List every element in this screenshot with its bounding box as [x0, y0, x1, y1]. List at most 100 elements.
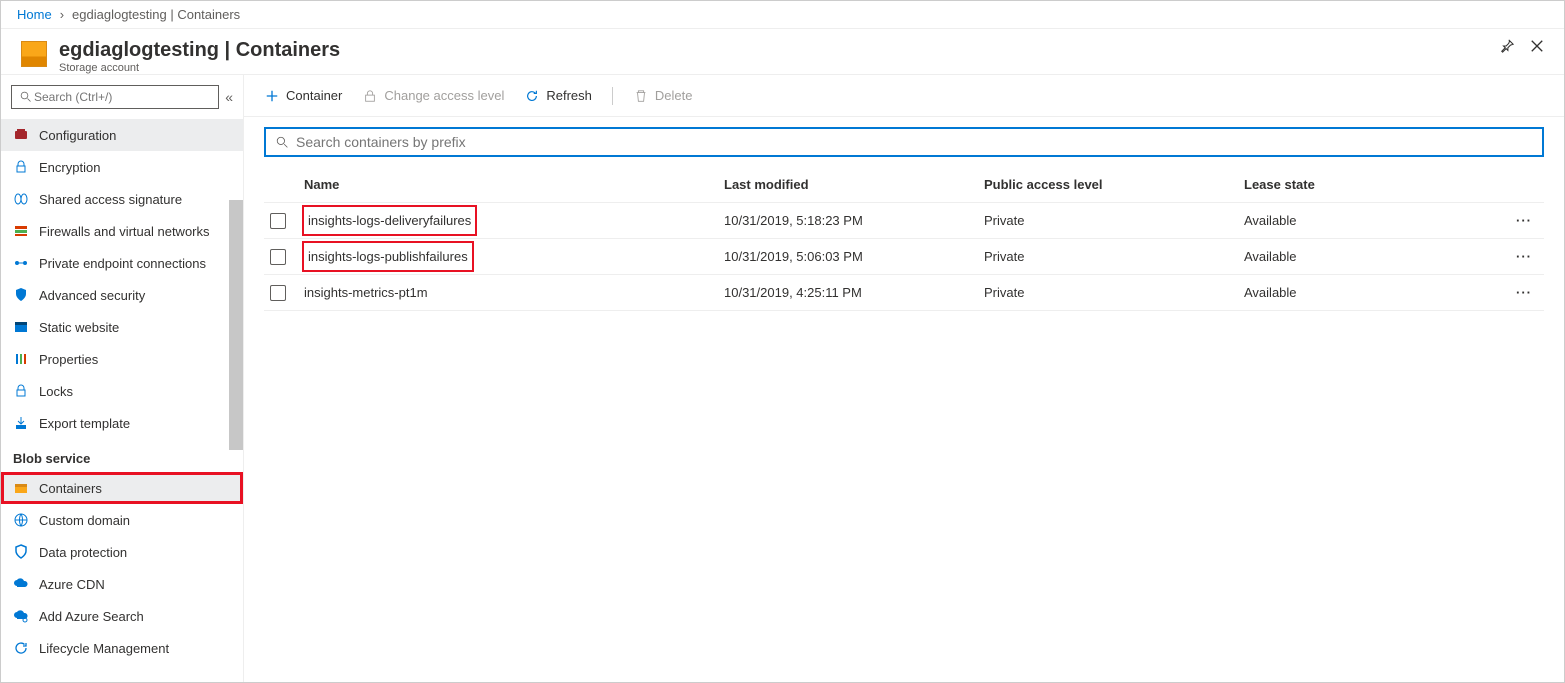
sidebar-item-containers[interactable]: Containers [1, 472, 243, 504]
filter-containers[interactable] [264, 127, 1544, 157]
add-container-label: Container [286, 88, 342, 103]
toolbar: Container Change access level Refresh De [244, 75, 1564, 117]
security-icon [13, 287, 29, 303]
container-modified: 10/31/2019, 5:18:23 PM [724, 213, 984, 228]
sidebar-item-export-template[interactable]: Export template [1, 407, 243, 439]
search-icon [18, 89, 34, 105]
col-modified[interactable]: Last modified [724, 177, 984, 192]
export-icon [13, 415, 29, 431]
sidebar-item-label: Advanced security [39, 288, 145, 303]
breadcrumb: Home › egdiaglogtesting | Containers [1, 1, 1564, 29]
sidebar-item-advanced-security[interactable]: Advanced security [1, 279, 243, 311]
sidebar-item-label: Properties [39, 352, 98, 367]
sidebar-item-label: Export template [39, 416, 130, 431]
sidebar-item-lifecycle-management[interactable]: Lifecycle Management [1, 632, 243, 664]
sidebar-item-static-website[interactable]: Static website [1, 311, 243, 343]
page-header: egdiaglogtesting | Containers Storage ac… [1, 29, 1564, 75]
row-checkbox[interactable] [270, 213, 286, 229]
sidebar-item-label: Encryption [39, 160, 100, 175]
trash-icon [633, 88, 649, 104]
change-access-label: Change access level [384, 88, 504, 103]
sidebar-item-label: Data protection [39, 545, 127, 560]
page-subtitle: Storage account [59, 62, 340, 74]
container-lease: Available [1244, 213, 1504, 228]
sidebar-search-input[interactable] [34, 90, 212, 104]
sidebar-item-shared-access-signature[interactable]: Shared access signature [1, 183, 243, 215]
refresh-icon [524, 88, 540, 104]
sidebar-item-locks[interactable]: Locks [1, 375, 243, 407]
encryption-icon [13, 159, 29, 175]
sidebar-item-label: Firewalls and virtual networks [39, 224, 210, 239]
table-row[interactable]: insights-logs-deliveryfailures10/31/2019… [264, 203, 1544, 239]
sidebar-item-encryption[interactable]: Encryption [1, 151, 243, 183]
sidebar-item-label: Lifecycle Management [39, 641, 169, 656]
sidebar-item-configuration[interactable]: Configuration [1, 119, 243, 151]
container-name[interactable]: insights-logs-deliveryfailures [304, 207, 724, 234]
configuration-icon [13, 127, 29, 143]
search-icon [274, 134, 290, 150]
sidebar-item-data-protection[interactable]: Data protection [1, 536, 243, 568]
table-row[interactable]: insights-logs-publishfailures10/31/2019,… [264, 239, 1544, 275]
plus-icon [264, 88, 280, 104]
change-access-button: Change access level [362, 88, 504, 104]
container-access: Private [984, 249, 1244, 264]
storage-account-icon [21, 41, 47, 67]
row-checkbox[interactable] [270, 285, 286, 301]
sidebar-item-properties[interactable]: Properties [1, 343, 243, 375]
search-icon [13, 608, 29, 624]
breadcrumb-home[interactable]: Home [17, 7, 52, 22]
col-lease[interactable]: Lease state [1244, 177, 1504, 192]
sidebar-search[interactable] [11, 85, 219, 109]
col-name[interactable]: Name [304, 177, 724, 192]
sidebar-item-label: Configuration [39, 128, 116, 143]
sidebar-item-label: Shared access signature [39, 192, 182, 207]
sidebar-item-custom-domain[interactable]: Custom domain [1, 504, 243, 536]
props-icon [13, 351, 29, 367]
scrollbar-thumb[interactable] [229, 200, 243, 450]
static-icon [13, 319, 29, 335]
filter-input[interactable] [296, 134, 1534, 150]
sidebar-item-label: Static website [39, 320, 119, 335]
pin-icon[interactable] [1500, 39, 1514, 56]
sidebar-item-label: Add Azure Search [39, 609, 144, 624]
sas-icon [13, 191, 29, 207]
main-content: Container Change access level Refresh De [244, 75, 1564, 682]
table-row[interactable]: insights-metrics-pt1m10/31/2019, 4:25:11… [264, 275, 1544, 311]
locks-icon [13, 383, 29, 399]
col-access[interactable]: Public access level [984, 177, 1244, 192]
row-checkbox[interactable] [270, 249, 286, 265]
row-more-button[interactable]: ··· [1504, 285, 1544, 300]
container-modified: 10/31/2019, 5:06:03 PM [724, 249, 984, 264]
row-more-button[interactable]: ··· [1504, 249, 1544, 264]
toolbar-separator [612, 87, 613, 105]
container-access: Private [984, 213, 1244, 228]
collapse-sidebar-icon[interactable]: « [225, 89, 233, 105]
close-icon[interactable] [1530, 39, 1544, 56]
sidebar-item-add-azure-search[interactable]: Add Azure Search [1, 600, 243, 632]
customdomain-icon [13, 512, 29, 528]
container-modified: 10/31/2019, 4:25:11 PM [724, 285, 984, 300]
sidebar-item-label: Custom domain [39, 513, 130, 528]
container-access: Private [984, 285, 1244, 300]
sidebar-item-label: Containers [39, 481, 102, 496]
row-more-button[interactable]: ··· [1504, 213, 1544, 228]
refresh-button[interactable]: Refresh [524, 88, 592, 104]
lock-icon [362, 88, 378, 104]
sidebar-item-firewalls-and-virtual-networks[interactable]: Firewalls and virtual networks [1, 215, 243, 247]
container-lease: Available [1244, 249, 1504, 264]
breadcrumb-current: egdiaglogtesting | Containers [72, 7, 240, 22]
container-name[interactable]: insights-logs-publishfailures [304, 243, 724, 270]
sidebar-item-label: Locks [39, 384, 73, 399]
add-container-button[interactable]: Container [264, 88, 342, 104]
container-name[interactable]: insights-metrics-pt1m [304, 285, 724, 300]
sidebar-group-blob: Blob service [1, 439, 243, 472]
chevron-right-icon: › [60, 7, 64, 22]
pec-icon [13, 255, 29, 271]
sidebar-item-private-endpoint-connections[interactable]: Private endpoint connections [1, 247, 243, 279]
containers-table: Name Last modified Public access level L… [244, 167, 1564, 311]
sidebar-item-label: Private endpoint connections [39, 256, 206, 271]
firewall-icon [13, 223, 29, 239]
lifecycle-icon [13, 640, 29, 656]
sidebar-item-azure-cdn[interactable]: Azure CDN [1, 568, 243, 600]
delete-label: Delete [655, 88, 693, 103]
